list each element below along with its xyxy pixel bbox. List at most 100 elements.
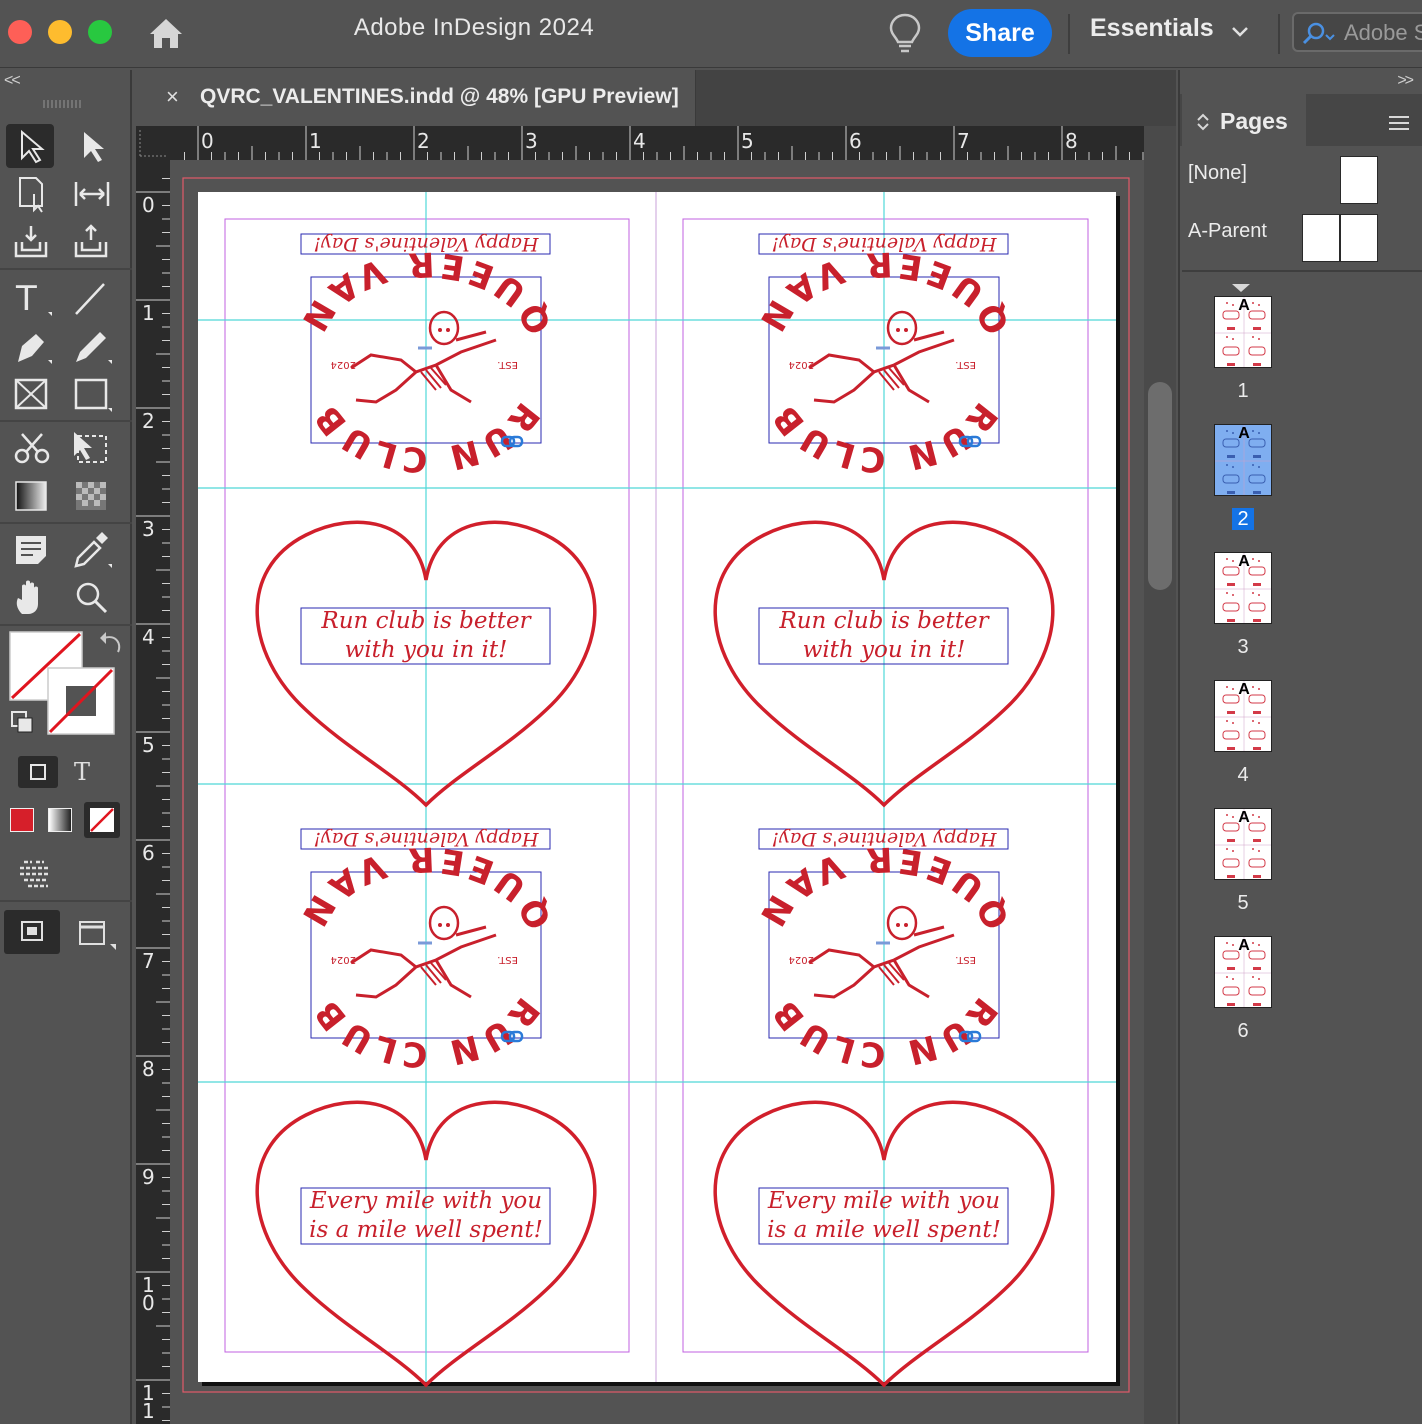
collapse-panel-button[interactable]: << <box>4 72 21 90</box>
vertical-scrollbar-track[interactable] <box>1144 126 1176 1424</box>
normal-view-button[interactable] <box>4 910 60 954</box>
search-icon <box>1302 22 1335 45</box>
page-thumbnail[interactable]: A <box>1214 680 1272 752</box>
gradient-feather-tool[interactable] <box>68 474 116 518</box>
page-number-label[interactable]: 5 <box>1214 892 1272 915</box>
note-tool[interactable] <box>8 528 56 572</box>
document-page[interactable]: Happy Valentine's Day!RUN CLUBQUEER VANE… <box>170 160 1144 1424</box>
apply-none-button[interactable] <box>84 802 120 838</box>
panel-tab-row: Pages <box>1180 94 1422 146</box>
title-bar: Adobe InDesign 2024 Share Essentials Ado… <box>0 0 1422 68</box>
presentation-mode-icon[interactable] <box>74 916 122 952</box>
free-transform-tool[interactable] <box>68 426 116 470</box>
gap-tool[interactable] <box>68 172 116 216</box>
line-tool[interactable] <box>68 276 116 320</box>
gradient-swatch-tool[interactable] <box>8 474 56 518</box>
document-tab[interactable]: × QVRC_VALENTINES.indd @ 48% [GPU Previe… <box>136 70 696 126</box>
page-thumbnail[interactable]: A <box>1214 424 1272 496</box>
scissors-tool[interactable] <box>8 426 56 470</box>
panel-divider <box>1182 270 1422 272</box>
fill-stroke-swatch[interactable] <box>6 628 130 740</box>
eyedropper-tool[interactable] <box>68 528 116 572</box>
divider <box>1278 14 1280 54</box>
page-thumbnail[interactable]: A <box>1214 936 1272 1008</box>
ruler-number: 3 <box>525 129 538 153</box>
page-number-label[interactable]: 1 <box>1214 380 1272 403</box>
applied-parent-label: A <box>1238 809 1250 826</box>
page-number-label[interactable]: 3 <box>1214 636 1272 659</box>
ruler-origin[interactable] <box>136 126 170 160</box>
applied-parent-label: A <box>1238 297 1250 314</box>
ruler-number: 2 <box>142 409 155 433</box>
a-parent-label[interactable]: A-Parent <box>1188 220 1267 243</box>
applied-parent-label: A <box>1238 425 1250 442</box>
rectangle-tool[interactable] <box>68 372 116 416</box>
svg-text:T: T <box>15 279 37 319</box>
rectangle-frame-tool[interactable] <box>8 372 56 416</box>
message-line-1: Run club is better <box>320 608 532 634</box>
content-collector-tool[interactable] <box>8 220 56 264</box>
chevron-down-icon[interactable] <box>1230 24 1250 40</box>
panel-grip[interactable] <box>42 100 82 108</box>
page-number-label[interactable]: 6 <box>1214 1020 1272 1043</box>
pages-panel: >> Pages [None] A-Parent A 1 A 2 A 3 A 4 A 5 A 6 <box>1178 70 1422 1424</box>
page-number-label[interactable]: 2 <box>1214 508 1272 531</box>
message-line-2: with you in it! <box>803 637 966 663</box>
ruler-number: 0 <box>201 129 214 153</box>
apply-gradient-button[interactable] <box>48 808 72 832</box>
pages-tab[interactable]: Pages <box>1182 94 1306 146</box>
pen-tool[interactable] <box>8 324 56 368</box>
applied-parent-label: A <box>1238 937 1250 954</box>
selection-tool[interactable] <box>6 124 54 168</box>
page-thumbnail[interactable]: A <box>1214 808 1272 880</box>
ruler-number: 8 <box>142 1057 155 1081</box>
content-placer-tool[interactable] <box>68 220 116 264</box>
ruler-number: 6 <box>142 841 155 865</box>
pencil-tool[interactable] <box>68 324 116 368</box>
logo-est-text: EST. <box>955 954 976 965</box>
direct-selection-tool[interactable] <box>68 124 116 168</box>
tools-panel: << T T <box>0 70 132 1424</box>
insert-marker-icon <box>1232 284 1250 292</box>
message-line-2: with you in it! <box>345 637 508 663</box>
message-line-2: is a mile well spent! <box>309 1217 543 1243</box>
vertical-ruler[interactable]: 01234567891011 <box>136 160 170 1424</box>
page-thumbnail[interactable]: A <box>1214 552 1272 624</box>
pasteboard[interactable]: Happy Valentine's Day! RUN CLUB QUEER VAN E… <box>170 160 1144 1424</box>
search-input[interactable]: Adobe S <box>1292 12 1422 52</box>
divider <box>1068 14 1070 54</box>
panel-menu-icon[interactable] <box>1388 114 1410 132</box>
share-button[interactable]: Share <box>948 9 1052 57</box>
close-tab-icon[interactable]: × <box>166 84 179 110</box>
collapse-panel-button[interactable]: >> <box>1397 72 1414 90</box>
parent-none-label[interactable]: [None] <box>1188 162 1247 185</box>
a-parent-left-thumbnail[interactable] <box>1302 214 1340 262</box>
screen-mode-icon[interactable] <box>14 858 54 890</box>
page-tool[interactable] <box>8 172 56 216</box>
indesign-window: Adobe InDesign 2024 Share Essentials Ado… <box>0 0 1422 1424</box>
ruler-number: 4 <box>142 625 155 649</box>
apply-color-button[interactable] <box>10 808 34 832</box>
ruler-number: 2 <box>417 129 430 153</box>
page-number-label[interactable]: 4 <box>1214 764 1272 787</box>
formatting-affects-text-button[interactable]: T <box>74 758 90 786</box>
expand-collapse-icon[interactable] <box>1196 112 1210 132</box>
ruler-number: 5 <box>741 129 754 153</box>
type-tool[interactable]: T <box>8 276 56 320</box>
workspace-switcher[interactable]: Essentials <box>1090 14 1214 43</box>
vertical-scrollbar-thumb[interactable] <box>1148 382 1172 590</box>
parent-none-thumbnail[interactable] <box>1340 156 1378 204</box>
ruler-number: 6 <box>849 129 862 153</box>
page-thumbnail[interactable]: A <box>1214 296 1272 368</box>
a-parent-right-thumbnail[interactable] <box>1340 214 1378 262</box>
horizontal-ruler-ticks: 0 1 2 3 4 5 6 7 8 <box>184 126 1144 160</box>
lightbulb-icon[interactable] <box>886 12 924 56</box>
ruler-number: 0 <box>142 193 155 217</box>
message-line-1: Every mile with you <box>767 1188 1000 1214</box>
zoom-tool[interactable] <box>68 576 116 620</box>
horizontal-ruler[interactable]: 0 1 2 3 4 5 6 7 8 <box>170 126 1144 160</box>
ruler-number: 8 <box>1065 129 1078 153</box>
hand-tool[interactable] <box>8 576 56 620</box>
formatting-affects-container-button[interactable] <box>18 756 58 788</box>
message-line-1: Every mile with you <box>309 1188 542 1214</box>
